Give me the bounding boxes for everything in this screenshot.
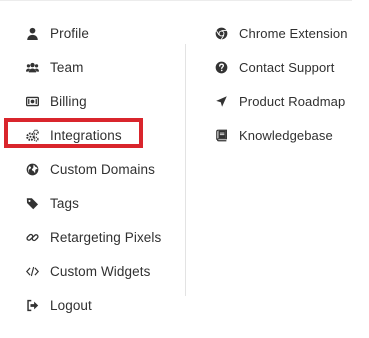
menu-item-contact-support[interactable]: Contact Support xyxy=(213,50,348,84)
menu-item-knowledgebase[interactable]: Knowledgebase xyxy=(213,118,348,152)
user-icon xyxy=(24,25,40,41)
code-icon xyxy=(24,263,40,279)
menu-item-label: Product Roadmap xyxy=(239,93,346,109)
menu-item-label: Tags xyxy=(50,195,79,211)
chrome-icon xyxy=(213,25,229,41)
menu-item-label: Team xyxy=(50,59,84,75)
money-bill-icon xyxy=(24,93,40,109)
cogs-icon xyxy=(24,127,40,143)
location-arrow-icon xyxy=(213,93,229,109)
menu-item-product-roadmap[interactable]: Product Roadmap xyxy=(213,84,348,118)
account-dropdown-menu: Profile Team Billing Integrations Custom… xyxy=(0,0,369,338)
left-menu-column: Profile Team Billing Integrations Custom… xyxy=(24,16,161,322)
question-circle-icon xyxy=(213,59,229,75)
menu-item-label: Knowledgebase xyxy=(239,127,333,143)
menu-item-label: Retargeting Pixels xyxy=(50,229,162,245)
menu-item-label: Contact Support xyxy=(239,59,335,75)
book-icon xyxy=(213,127,229,143)
menu-item-label: Chrome Extension xyxy=(239,25,348,41)
menu-item-label: Integrations xyxy=(50,127,122,143)
globe-icon xyxy=(24,161,40,177)
menu-item-label: Billing xyxy=(50,93,87,109)
link-icon xyxy=(24,229,40,245)
menu-item-label: Custom Widgets xyxy=(50,263,151,279)
menu-item-billing[interactable]: Billing xyxy=(24,84,161,118)
menu-item-label: Profile xyxy=(50,25,89,41)
column-divider xyxy=(185,44,186,296)
menu-item-custom-widgets[interactable]: Custom Widgets xyxy=(24,254,161,288)
menu-item-label: Logout xyxy=(50,297,92,313)
menu-item-label: Custom Domains xyxy=(50,161,155,177)
menu-item-logout[interactable]: Logout xyxy=(24,288,161,322)
menu-item-integrations[interactable]: Integrations xyxy=(24,118,161,152)
sign-out-icon xyxy=(24,297,40,313)
menu-item-team[interactable]: Team xyxy=(24,50,161,84)
users-icon xyxy=(24,59,40,75)
menu-item-retargeting-pixels[interactable]: Retargeting Pixels xyxy=(24,220,161,254)
menu-item-custom-domains[interactable]: Custom Domains xyxy=(24,152,161,186)
tag-icon xyxy=(24,195,40,211)
right-menu-column: Chrome Extension Contact Support Product… xyxy=(213,16,348,152)
menu-item-profile[interactable]: Profile xyxy=(24,16,161,50)
menu-item-tags[interactable]: Tags xyxy=(24,186,161,220)
menu-item-chrome-extension[interactable]: Chrome Extension xyxy=(213,16,348,50)
menu-top-border xyxy=(0,0,352,1)
